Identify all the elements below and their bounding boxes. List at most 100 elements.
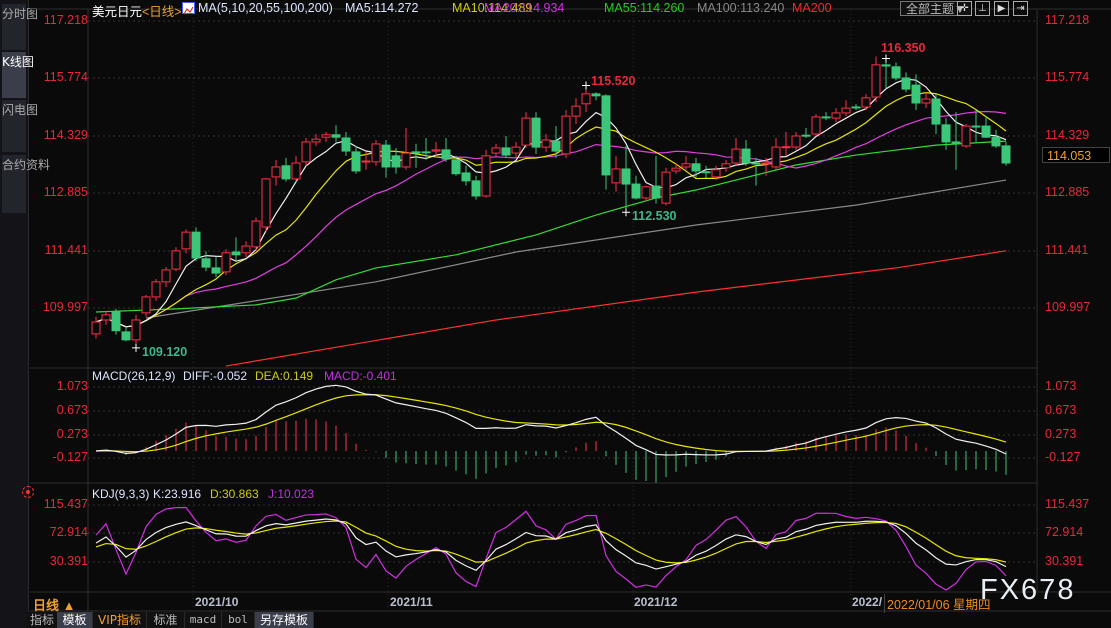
ma55-value: MA55:114.260 <box>604 1 685 15</box>
candle-up <box>521 117 531 146</box>
candle-down <box>111 311 121 332</box>
tab-bol[interactable]: bol <box>222 612 255 628</box>
candle-down <box>471 180 481 197</box>
candle-down <box>851 106 861 109</box>
tab-indicators[interactable]: 指标 <box>27 612 58 628</box>
candle-up <box>921 98 931 104</box>
tab-standard[interactable]: 标准 <box>147 612 185 628</box>
candle-up <box>401 152 411 168</box>
candle-down <box>551 140 561 152</box>
candle-down <box>931 98 941 125</box>
candle-up <box>241 245 251 254</box>
candle-up <box>481 155 491 197</box>
zoom-range-icon[interactable]: ⊥ <box>975 1 990 16</box>
kdj-k: K:23.916 <box>153 487 202 501</box>
macd-label: MACD(26,12,9) <box>92 369 176 383</box>
play-icon[interactable]: ▶ <box>994 1 1009 16</box>
candle-up <box>431 149 441 152</box>
candle-down <box>601 95 611 176</box>
macd-axis-label: 0.273 <box>1045 427 1077 441</box>
candle-up <box>811 116 821 135</box>
move-right-icon[interactable]: ⇥ <box>1013 1 1028 16</box>
tab-vip-indicators[interactable]: VIP指标 <box>93 612 147 628</box>
candle-up <box>681 163 691 168</box>
kdj-j: J:10.023 <box>268 487 315 501</box>
macd-axis-label: 0.673 <box>1045 403 1077 417</box>
candle-up <box>371 143 381 163</box>
candle-up <box>301 141 311 163</box>
macd-axis-label: 0.273 <box>56 427 88 441</box>
price-axis-label: 111.441 <box>44 243 88 257</box>
crosshair-icon[interactable]: ✛ <box>957 1 972 16</box>
candle-up <box>641 186 651 199</box>
macd-axis-label: -0.127 <box>1045 450 1081 464</box>
kdj-axis-label: 72.914 <box>49 525 88 539</box>
candle-down <box>621 168 631 185</box>
price-axis-label: 115.774 <box>1045 70 1090 84</box>
candle-down <box>381 144 391 168</box>
cursor-date: 2022/01/06 星期四 <box>884 594 993 613</box>
candle-down <box>201 258 211 268</box>
kdj-label: KDJ(9,3,3) <box>92 487 150 501</box>
high-annotation: 115.520 <box>591 74 636 88</box>
kdj-axis-label: 115.437 <box>1045 497 1090 511</box>
ma100-line <box>145 179 1007 319</box>
candle-up <box>131 319 141 341</box>
candle-down <box>981 125 991 138</box>
kdj-k-line <box>95 518 1007 571</box>
candle-up <box>511 146 521 154</box>
candle-down <box>631 183 641 199</box>
extreme-marker <box>882 54 890 63</box>
kdj-axis-label: 72.914 <box>1045 525 1084 539</box>
candle-up <box>541 139 551 148</box>
candle-down <box>691 163 701 172</box>
candle-up <box>271 166 281 178</box>
candle-up <box>611 168 621 184</box>
kdj-axis-label: 115.437 <box>43 497 88 511</box>
candle-up <box>571 105 581 117</box>
candle-up <box>151 281 161 298</box>
macd-axis-label: 1.073 <box>56 379 88 393</box>
chart-canvas[interactable] <box>0 0 1111 628</box>
candle-down <box>391 155 401 168</box>
candle-up <box>961 125 971 147</box>
candle-up <box>101 314 111 321</box>
macd-value: MACD:-0.401 <box>324 369 397 383</box>
candle-down <box>651 185 661 199</box>
candle-down <box>281 165 291 180</box>
tab-save-template[interactable]: 另存模板 <box>255 612 314 628</box>
candle-down <box>421 151 431 154</box>
candle-down <box>211 267 221 274</box>
candle-down <box>451 159 461 175</box>
price-axis-label: 114.329 <box>43 128 88 142</box>
ma100-value: MA100:113.240 <box>697 1 785 15</box>
macd-diff: DIFF:-0.052 <box>183 369 248 383</box>
candle-down <box>231 251 241 256</box>
candle-up <box>291 162 301 180</box>
macd-axis-label: 1.073 <box>1045 379 1077 393</box>
candle-up <box>731 148 741 164</box>
kdj-d-line <box>95 520 1007 564</box>
target-icon[interactable] <box>22 486 34 498</box>
candle-up <box>221 252 231 273</box>
ma10-line <box>95 92 1007 328</box>
tab-macd[interactable]: macd <box>185 612 222 628</box>
price-axis-label: 109.997 <box>1045 300 1091 314</box>
extreme-marker <box>582 81 590 90</box>
kdj-d: D:30.863 <box>210 487 259 501</box>
indicator-chart-icon[interactable] <box>182 2 195 15</box>
price-axis-label: 115.774 <box>43 70 88 84</box>
candle-down <box>901 77 911 90</box>
candle-up <box>361 160 371 163</box>
candle-up <box>861 97 871 108</box>
symbol-title: 美元日元 <box>92 5 143 19</box>
extreme-marker <box>132 343 140 352</box>
candle-down <box>191 231 201 259</box>
candle-up <box>161 269 171 283</box>
candle-up <box>771 146 781 168</box>
dea-line <box>95 394 1007 453</box>
tab-templates[interactable]: 模板 <box>57 612 93 628</box>
candle-down <box>441 149 451 160</box>
price-axis-label: 109.997 <box>42 300 88 314</box>
candle-down <box>461 172 471 182</box>
